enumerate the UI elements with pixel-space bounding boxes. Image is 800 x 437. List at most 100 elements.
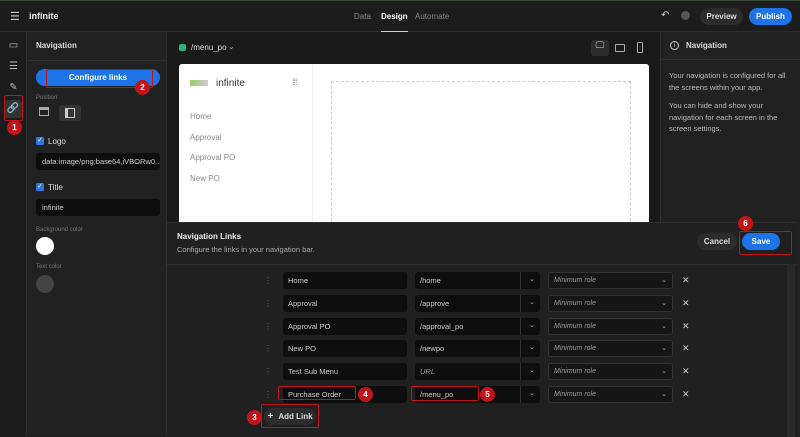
link-url-input[interactable]: /approve ⌄ — [415, 294, 540, 312]
preview-nav-item[interactable]: Approval PO — [190, 153, 235, 162]
remove-link-icon[interactable]: ✕ — [682, 298, 690, 309]
drag-handle-icon[interactable]: ⋮ — [264, 276, 272, 285]
drag-handle-icon[interactable]: ⋮ — [264, 390, 272, 399]
remove-link-icon[interactable]: ✕ — [682, 275, 690, 286]
app-preview: infinite ⁞⁞⁞ Home Approval Approval PO N… — [179, 64, 649, 231]
link-url-input[interactable]: /approval_po ⌄ — [415, 317, 540, 335]
theme-brush-icon[interactable]: ✎ — [7, 81, 20, 94]
app-title: infinite — [29, 11, 59, 21]
preview-nav-item[interactable]: Approval — [190, 133, 222, 142]
info-icon: i — [670, 41, 679, 50]
minimum-role-select[interactable]: Minimum role ⌄ — [548, 363, 673, 381]
annotation-badge-1: 1 — [7, 120, 22, 135]
position-top-icon[interactable] — [39, 107, 49, 116]
grid-icon: ⁞⁞⁞ — [292, 77, 297, 87]
role-placeholder: Minimum role — [554, 368, 597, 376]
link-url-input[interactable]: /newpo ⌄ — [415, 340, 540, 358]
components-icon[interactable]: ☰ — [7, 60, 20, 73]
link-name-input[interactable]: Approval PO — [283, 317, 407, 335]
route-dot-icon — [179, 44, 186, 51]
minimum-role-select[interactable]: Minimum role ⌄ — [548, 272, 673, 289]
annotation-badge-5: 5 — [480, 387, 495, 402]
info-text-2: You can hide and show your navigation fo… — [669, 101, 778, 133]
remove-link-icon[interactable]: ✕ — [682, 321, 690, 332]
screen-dropzone — [331, 81, 631, 231]
logo-input[interactable]: data:image/png;base64,iVBORw0... — [36, 153, 160, 170]
role-placeholder: Minimum role — [554, 322, 597, 330]
logo-image — [190, 80, 208, 86]
annotation-box-4 — [278, 386, 356, 400]
preview-nav-item[interactable]: New PO — [190, 174, 220, 183]
chevron-down-icon[interactable]: ⌄ — [529, 321, 535, 329]
link-name-input[interactable]: Home — [283, 272, 407, 289]
chevron-down-icon[interactable]: ⌄ — [529, 298, 535, 306]
chevron-down-icon[interactable]: ⌄ — [529, 366, 535, 374]
link-url-value: /approve — [420, 298, 450, 308]
drag-handle-icon[interactable]: ⋮ — [264, 367, 272, 376]
remove-link-icon[interactable]: ✕ — [682, 366, 690, 377]
remove-link-icon[interactable]: ✕ — [682, 343, 690, 354]
screen-route[interactable]: /menu_po — [191, 43, 227, 52]
chevron-down-icon[interactable]: ⌄ — [529, 275, 535, 283]
drag-handle-icon[interactable]: ⋮ — [264, 344, 272, 353]
annotation-box-3 — [261, 404, 319, 428]
minimum-role-select[interactable]: Minimum role ⌄ — [548, 386, 673, 403]
title-checkbox[interactable]: ✓ — [36, 183, 44, 191]
minimum-role-select[interactable]: Minimum role ⌄ — [548, 294, 673, 312]
preview-button[interactable]: Preview — [700, 8, 743, 25]
link-url-value: /newpo — [420, 344, 445, 354]
title-label: Title — [48, 183, 63, 192]
link-name-input[interactable]: New PO — [283, 340, 407, 358]
chevron-down-icon: ⌄ — [661, 299, 667, 307]
drag-handle-icon[interactable]: ⋮ — [264, 322, 272, 331]
annotation-box-1 — [4, 95, 23, 121]
tab-automate[interactable]: Automate — [415, 12, 449, 21]
chevron-down-icon: ⌄ — [661, 277, 667, 284]
link-url-input[interactable]: URL ⌄ — [415, 363, 540, 381]
drag-handle-icon[interactable]: ⋮ — [264, 299, 272, 308]
remove-link-icon[interactable]: ✕ — [682, 389, 690, 400]
cancel-button[interactable]: Cancel — [697, 233, 737, 250]
logo-checkbox[interactable]: ✓ — [36, 137, 44, 145]
link-name-input[interactable]: Approval — [283, 294, 407, 312]
text-color-swatch[interactable] — [36, 275, 54, 293]
menu-icon[interactable]: ☰ — [10, 10, 20, 23]
annotation-badge-6: 6 — [738, 216, 753, 231]
desktop-icon[interactable]: 🖵 — [591, 40, 609, 56]
mobile-icon[interactable] — [637, 42, 643, 53]
undo-icon[interactable]: ↶ — [661, 10, 669, 21]
tablet-icon[interactable] — [615, 44, 625, 52]
position-side-button[interactable] — [59, 105, 81, 121]
scrollbar[interactable] — [787, 264, 795, 437]
text-color-label: Text color — [36, 264, 62, 270]
minimum-role-select[interactable]: Minimum role ⌄ — [548, 317, 673, 335]
minimum-role-select[interactable]: Minimum role ⌄ — [548, 340, 673, 358]
chevron-down-icon[interactable]: ⌄ — [529, 389, 535, 397]
chevron-down-icon: ⌄ — [661, 368, 667, 376]
icon-rail: ▭ ☰ ✎ 🔗 — [0, 32, 27, 436]
preview-nav-item[interactable]: Home — [190, 112, 211, 121]
annotation-badge-4: 4 — [358, 387, 373, 402]
tab-design[interactable]: Design — [381, 12, 408, 33]
link-name-input[interactable]: Test Sub Menu — [283, 363, 407, 381]
background-color-swatch[interactable] — [36, 237, 54, 255]
link-url-input[interactable]: /home ⌄ — [415, 272, 540, 289]
position-label: Position — [36, 95, 58, 101]
role-placeholder: Minimum role — [554, 345, 597, 353]
tab-data[interactable]: Data — [354, 12, 371, 21]
chevron-down-icon[interactable]: ⌄ — [228, 42, 235, 51]
top-bar: ☰ infinite Data Design Automate ↶ Previe… — [0, 0, 800, 33]
publish-button[interactable]: Publish — [749, 8, 792, 25]
modal-subtitle: Configure the links in your navigation b… — [177, 245, 315, 254]
chevron-down-icon[interactable]: ⌄ — [529, 343, 535, 351]
link-url-value: /approval_po — [420, 321, 464, 331]
annotation-box-5 — [411, 386, 479, 401]
annotation-box-6 — [739, 231, 792, 255]
chevron-down-icon: ⌄ — [661, 391, 667, 398]
title-input[interactable]: infinite — [36, 199, 160, 216]
info-text-1: Your navigation is configured for all th… — [669, 71, 786, 92]
modal-title: Navigation Links — [177, 232, 242, 241]
annotation-badge-2: 2 — [135, 80, 150, 95]
screens-icon[interactable]: ▭ — [7, 39, 20, 52]
help-icon[interactable] — [681, 11, 690, 20]
